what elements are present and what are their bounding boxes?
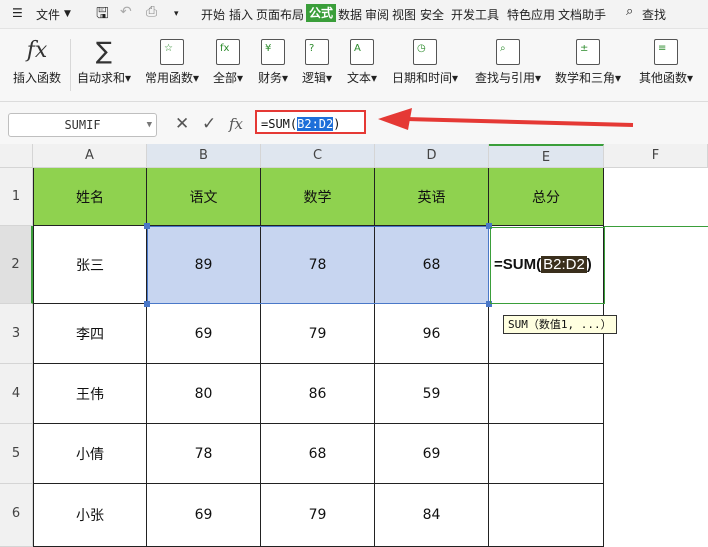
cell-d3[interactable]: 96	[375, 304, 489, 364]
cell-e3[interactable]	[489, 304, 604, 364]
editing-cell-formula: =SUM(B2:D2)	[494, 256, 592, 273]
tab-special-apps[interactable]: 特色应用	[507, 6, 555, 23]
cell-c5[interactable]: 68	[261, 424, 375, 484]
row-header-3[interactable]: 3	[0, 304, 33, 364]
name-box[interactable]: SUMIF ▼	[8, 113, 157, 137]
column-header-e[interactable]: E	[489, 144, 604, 168]
fx-icon[interactable]: fx	[229, 113, 243, 135]
search-label[interactable]: 查找	[642, 6, 666, 23]
tab-review[interactable]: 审阅	[365, 6, 389, 23]
text-book-icon: A	[350, 39, 374, 65]
tab-doc-assistant[interactable]: 文档助手	[558, 6, 606, 23]
cell-d6[interactable]: 84	[375, 484, 489, 547]
cell-c4[interactable]: 86	[261, 364, 375, 424]
cell-b4[interactable]: 80	[147, 364, 261, 424]
magnifier-book-icon: ⌕	[496, 39, 520, 65]
header-cell-b[interactable]: 语文	[147, 168, 261, 226]
cell-b6[interactable]: 69	[147, 484, 261, 547]
cell-a5[interactable]: 小倩	[33, 424, 147, 484]
cell-c3[interactable]: 79	[261, 304, 375, 364]
more-functions-icon: ≡	[654, 39, 678, 65]
hamburger-menu-icon[interactable]: ☰	[12, 6, 23, 20]
cell-b2[interactable]: 89	[147, 226, 261, 304]
confirm-icon[interactable]: ✓	[202, 113, 216, 135]
text-button[interactable]: A 文本▾	[342, 29, 382, 101]
function-argument-tooltip: SUM（数值1, ...）	[503, 315, 617, 334]
chevron-down-icon[interactable]: ▼	[64, 9, 71, 19]
cell-d2[interactable]: 68	[375, 226, 489, 304]
header-cell-a[interactable]: 姓名	[33, 168, 147, 226]
active-row-guide	[604, 226, 708, 227]
row-header-2[interactable]: 2	[0, 226, 33, 304]
cell-a2[interactable]: 张三	[33, 226, 147, 304]
cell-e5[interactable]	[489, 424, 604, 484]
tab-security[interactable]: 安全	[420, 6, 444, 23]
column-header-b[interactable]: B	[147, 144, 261, 168]
save-icon[interactable]: 🖫	[96, 3, 109, 28]
cell-a3[interactable]: 李四	[33, 304, 147, 364]
yen-book-icon: ¥	[261, 39, 285, 65]
question-book-icon: ?	[305, 39, 329, 65]
tab-view[interactable]: 视图	[392, 6, 416, 23]
annotation-arrow-icon	[378, 108, 634, 130]
lookup-reference-button[interactable]: ⌕ 查找与引用▾	[472, 29, 544, 101]
cell-c6[interactable]: 79	[261, 484, 375, 547]
tab-insert[interactable]: 插入	[229, 6, 253, 23]
undo-icon[interactable]: ↶	[120, 4, 132, 20]
all-functions-button[interactable]: fx 全部▾	[210, 29, 246, 101]
cancel-icon[interactable]: ✕	[175, 113, 189, 135]
cell-a6[interactable]: 小张	[33, 484, 147, 547]
formula-input[interactable]: =SUM(B2:D2)	[255, 110, 366, 134]
selection-handle[interactable]	[144, 301, 150, 307]
tab-developer[interactable]: 开发工具	[451, 6, 499, 23]
cell-c2[interactable]: 78	[261, 226, 375, 304]
search-icon[interactable]: ⌕	[626, 4, 633, 19]
column-header-d[interactable]: D	[375, 144, 489, 168]
column-header-a[interactable]: A	[33, 144, 147, 168]
tab-start[interactable]: 开始	[201, 6, 225, 23]
clock-book-icon: ◷	[413, 39, 437, 65]
logical-button[interactable]: ? 逻辑▾	[298, 29, 336, 101]
function-icon: fx	[26, 38, 48, 63]
date-time-button[interactable]: ◷ 日期和时间▾	[390, 29, 460, 101]
cell-e4[interactable]	[489, 364, 604, 424]
header-cell-d[interactable]: 英语	[375, 168, 489, 226]
other-functions-button[interactable]: ≡ 其他函数▾	[634, 29, 698, 101]
formulas-ribbon: fx 插入函数 ∑ 自动求和▾ ☆ 常用函数▾ fx 全部▾ ¥ 财务▾ ? 逻…	[0, 29, 708, 102]
row-header-5[interactable]: 5	[0, 424, 33, 484]
row-header-4[interactable]: 4	[0, 364, 33, 424]
tab-data[interactable]: 数据	[338, 6, 362, 23]
cell-a4[interactable]: 王伟	[33, 364, 147, 424]
selection-handle[interactable]	[144, 223, 150, 229]
math-trig-button[interactable]: ± 数学和三角▾	[552, 29, 624, 101]
insert-function-button[interactable]: fx 插入函数	[8, 29, 66, 101]
row-header-6[interactable]: 6	[0, 484, 33, 547]
autosum-button[interactable]: ∑ 自动求和▾	[74, 29, 134, 101]
cell-b3[interactable]: 69	[147, 304, 261, 364]
row-header-1[interactable]: 1	[0, 168, 33, 226]
menu-bar: ☰ 文件 ▼ 🖫 ↶ ⎙ ▾ 开始 插入 页面布局 公式 数据 审阅 视图 安全…	[0, 0, 708, 29]
print-icon[interactable]: ⎙	[146, 4, 157, 20]
quick-access-more-icon[interactable]: ▾	[174, 9, 179, 19]
column-header-f[interactable]: F	[604, 144, 708, 168]
cell-e6[interactable]	[489, 484, 604, 547]
cell-d5[interactable]: 69	[375, 424, 489, 484]
header-cell-c[interactable]: 数学	[261, 168, 375, 226]
tab-page-layout[interactable]: 页面布局	[256, 6, 304, 23]
financial-button[interactable]: ¥ 财务▾	[254, 29, 292, 101]
select-all-corner[interactable]	[0, 144, 33, 168]
sigma-icon: ∑	[95, 37, 113, 65]
header-cell-e[interactable]: 总分	[489, 168, 604, 226]
file-menu[interactable]: 文件	[36, 6, 60, 23]
all-functions-icon: fx	[216, 39, 240, 65]
cell-b5[interactable]: 78	[147, 424, 261, 484]
cell-d4[interactable]: 59	[375, 364, 489, 424]
column-header-c[interactable]: C	[261, 144, 375, 168]
star-function-icon: ☆	[160, 39, 184, 65]
math-book-icon: ±	[576, 39, 600, 65]
ribbon-divider	[70, 39, 71, 91]
chevron-down-icon[interactable]: ▼	[147, 114, 152, 136]
common-functions-button[interactable]: ☆ 常用函数▾	[140, 29, 204, 101]
tab-formulas[interactable]: 公式	[306, 4, 337, 22]
